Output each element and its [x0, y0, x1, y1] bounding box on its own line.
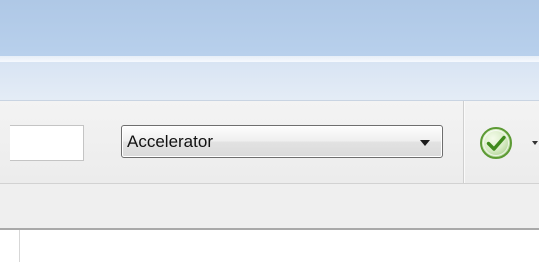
window-title-bar [0, 0, 539, 56]
secondary-toolbar [0, 184, 539, 228]
browser-window: Accelerator [0, 0, 539, 262]
search-input[interactable] [10, 125, 84, 161]
green-check-circle-icon [480, 127, 512, 159]
toolbar: Accelerator [0, 101, 539, 184]
content-left-border [19, 230, 20, 262]
content-area [0, 230, 539, 262]
menu-bar [0, 62, 539, 101]
dropdown-selected-value: Accelerator [127, 132, 213, 151]
toolbar-separator [463, 101, 464, 183]
dropdown-arrow-icon [420, 140, 430, 146]
accelerator-dropdown[interactable]: Accelerator [121, 125, 443, 158]
confirm-button[interactable] [478, 125, 514, 161]
chevron-down-icon[interactable] [532, 141, 538, 145]
